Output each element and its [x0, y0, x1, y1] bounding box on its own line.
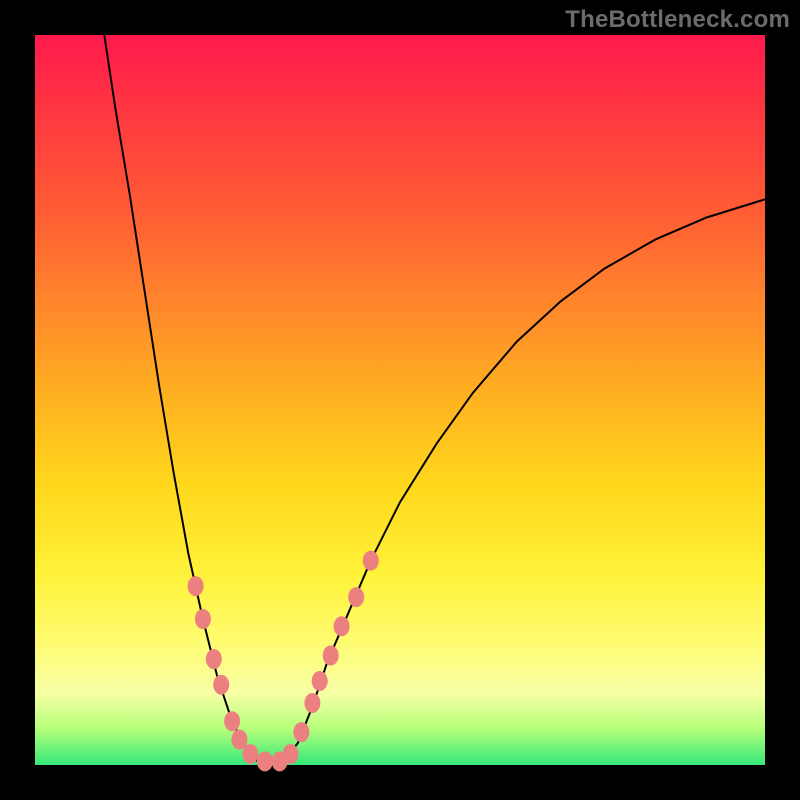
data-marker — [257, 751, 273, 771]
data-marker — [323, 646, 339, 666]
data-marker — [224, 711, 240, 731]
data-marker — [242, 744, 258, 764]
data-marker — [206, 649, 222, 669]
data-marker — [363, 551, 379, 571]
chart-frame: TheBottleneck.com — [0, 0, 800, 800]
data-marker — [334, 616, 350, 636]
watermark-text: TheBottleneck.com — [565, 6, 790, 34]
data-marker — [188, 576, 204, 596]
bottleneck-curve-svg — [35, 35, 765, 765]
data-marker — [195, 609, 211, 629]
data-marker — [304, 693, 320, 713]
data-marker — [293, 722, 309, 742]
data-marker — [348, 587, 364, 607]
data-marker — [231, 730, 247, 750]
data-marker — [312, 671, 328, 691]
marker-group — [188, 551, 379, 772]
plot-area — [35, 35, 765, 765]
data-marker — [283, 744, 299, 764]
data-marker — [213, 675, 229, 695]
bottleneck-curve — [104, 35, 765, 761]
